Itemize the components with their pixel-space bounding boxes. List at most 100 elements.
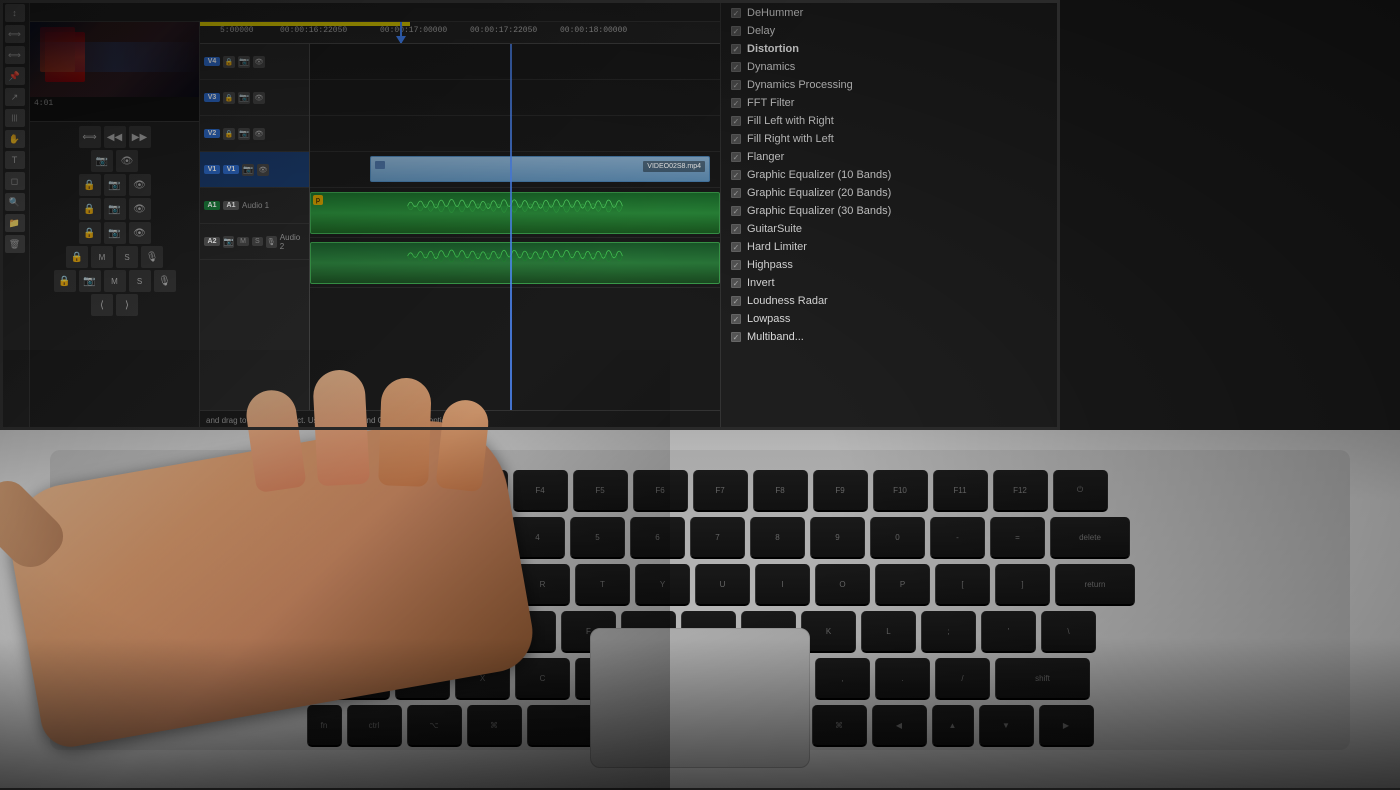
effect-checkbox-delay[interactable]	[731, 26, 741, 36]
key-shift-left[interactable]: shift	[310, 658, 390, 700]
tool-btn-lock-a1[interactable]: 🔒	[66, 246, 88, 268]
key-cmd-right[interactable]: ⌘	[812, 705, 867, 747]
key-7[interactable]: 7	[690, 517, 745, 559]
track-mic-a2[interactable]: 🎙	[266, 236, 277, 248]
tool-pin[interactable]: 📌	[5, 67, 25, 85]
effect-checkbox-dynamics[interactable]	[731, 62, 741, 72]
tool-btn-m1[interactable]: M	[91, 246, 113, 268]
key-arrow-up[interactable]: ▲	[932, 705, 974, 747]
key-arrow-down[interactable]: ▼	[979, 705, 1034, 747]
effect-item-delay[interactable]: Delay	[721, 22, 1060, 40]
effect-item-fill-right[interactable]: Fill Right with Left	[721, 130, 1060, 148]
tool-btn-mic2[interactable]: 🎙	[154, 270, 176, 292]
effect-checkbox-loudness-radar[interactable]	[731, 296, 741, 306]
key-5[interactable]: 5	[570, 517, 625, 559]
tool-btn-s2[interactable]: S	[129, 270, 151, 292]
track-lock-v2[interactable]: 🔒	[223, 128, 235, 140]
key-o[interactable]: O	[815, 564, 870, 606]
tool-btn-lock-v2[interactable]: 🔒	[79, 198, 101, 220]
key-tab[interactable]: tab	[265, 564, 330, 606]
effect-item-dehummer[interactable]: DeHummer	[721, 4, 1060, 22]
key-enter[interactable]: return	[1055, 564, 1135, 606]
key-8[interactable]: 8	[750, 517, 805, 559]
tool-btn-nav-l[interactable]: ◀◀	[104, 126, 126, 148]
track-solo-a2[interactable]: S	[252, 237, 263, 246]
key-e[interactable]: E	[455, 564, 510, 606]
key-3[interactable]: 3	[450, 517, 505, 559]
key-alt[interactable]: ⌥	[407, 705, 462, 747]
key-f5[interactable]: F5	[573, 470, 628, 512]
key-u[interactable]: U	[695, 564, 750, 606]
effect-item-invert[interactable]: Invert	[721, 274, 1060, 292]
tool-btn-camera[interactable]: 📷	[91, 150, 113, 172]
tool-btn-mic1[interactable]: 🎙	[141, 246, 163, 268]
effect-checkbox-fft[interactable]	[731, 98, 741, 108]
key-delete[interactable]: delete	[1050, 517, 1130, 559]
effect-checkbox-guitarsuite[interactable]	[731, 224, 741, 234]
trackpad[interactable]	[590, 628, 810, 768]
tool-btn-eye4[interactable]: 👁	[129, 222, 151, 244]
video-clip-v1[interactable]: VIDEO02S8.mp4	[370, 156, 710, 182]
effect-item-flanger[interactable]: Flanger	[721, 148, 1060, 166]
effect-checkbox-distortion[interactable]	[731, 44, 741, 54]
key-bracket-l[interactable]: [	[935, 564, 990, 606]
key-f1[interactable]: F1	[333, 470, 388, 512]
effect-item-highpass[interactable]: Highpass	[721, 256, 1060, 274]
effect-checkbox-graphic-eq-10[interactable]	[731, 170, 741, 180]
effect-item-graphic-eq-20[interactable]: Graphic Equalizer (20 Bands)	[721, 184, 1060, 202]
tool-btn-lock-v3[interactable]: 🔒	[79, 222, 101, 244]
tool-hand[interactable]: ✋	[5, 130, 25, 148]
key-f2[interactable]: F2	[393, 470, 448, 512]
tool-btn-m2[interactable]: M	[104, 270, 126, 292]
key-w[interactable]: W	[395, 564, 450, 606]
effect-checkbox-fill-left[interactable]	[731, 116, 741, 126]
key-f6[interactable]: F6	[633, 470, 688, 512]
key-z[interactable]: Z	[395, 658, 450, 700]
effect-item-dynamics[interactable]: Dynamics	[721, 58, 1060, 76]
key-s[interactable]: S	[441, 611, 496, 653]
key-a[interactable]: A	[381, 611, 436, 653]
key-comma[interactable]: ,	[815, 658, 870, 700]
key-t[interactable]: T	[575, 564, 630, 606]
tool-text[interactable]: T	[5, 151, 25, 169]
key-q[interactable]: Q	[335, 564, 390, 606]
key-d[interactable]: D	[501, 611, 556, 653]
effect-item-fill-left[interactable]: Fill Left with Right	[721, 112, 1060, 130]
key-tilde[interactable]: ~	[270, 517, 325, 559]
tool-search[interactable]: 🔍	[5, 193, 25, 211]
effect-item-guitarsuite[interactable]: GuitarSuite	[721, 220, 1060, 238]
key-f12[interactable]: F12	[993, 470, 1048, 512]
key-caps[interactable]: caps	[304, 611, 376, 653]
key-equal[interactable]: =	[990, 517, 1045, 559]
effect-item-multiband[interactable]: Multiband...	[721, 328, 1060, 346]
key-2[interactable]: 2	[390, 517, 445, 559]
effect-item-loudness-radar[interactable]: Loudness Radar	[721, 292, 1060, 310]
effect-checkbox-highpass[interactable]	[731, 260, 741, 270]
effect-checkbox-fill-right[interactable]	[731, 134, 741, 144]
effect-item-hard-limiter[interactable]: Hard Limiter	[721, 238, 1060, 256]
key-backslash[interactable]: \	[1041, 611, 1096, 653]
tool-btn-collapse[interactable]: ⟺	[79, 126, 101, 148]
track-eye-v1[interactable]: 👁	[257, 164, 269, 176]
tool-btn-prev[interactable]: ⟨	[91, 294, 113, 316]
key-f11[interactable]: F11	[933, 470, 988, 512]
key-i[interactable]: I	[755, 564, 810, 606]
tool-btn-camera5[interactable]: 📷	[79, 270, 101, 292]
key-f3[interactable]: F3	[453, 470, 508, 512]
track-lock-v4[interactable]: 🔒	[223, 56, 235, 68]
tool-shape[interactable]: ◻	[5, 172, 25, 190]
key-f9[interactable]: F9	[813, 470, 868, 512]
key-arrow-right[interactable]: ▶	[1039, 705, 1094, 747]
track-eye-v3[interactable]: 👁	[253, 92, 265, 104]
effect-item-dynamics-processing[interactable]: Dynamics Processing	[721, 76, 1060, 94]
audio-clip-a1[interactable]: p	[310, 192, 720, 234]
key-p[interactable]: P	[875, 564, 930, 606]
key-f8[interactable]: F8	[753, 470, 808, 512]
key-bracket-r[interactable]: ]	[995, 564, 1050, 606]
tool-btn-camera2[interactable]: 📷	[104, 174, 126, 196]
key-quote[interactable]: '	[981, 611, 1036, 653]
tool-ripple[interactable]: |||	[5, 109, 25, 127]
tool-btn-eye3[interactable]: 👁	[129, 198, 151, 220]
key-power[interactable]: ⏻	[1053, 470, 1108, 512]
tool-btn-eye[interactable]: 👁	[116, 150, 138, 172]
